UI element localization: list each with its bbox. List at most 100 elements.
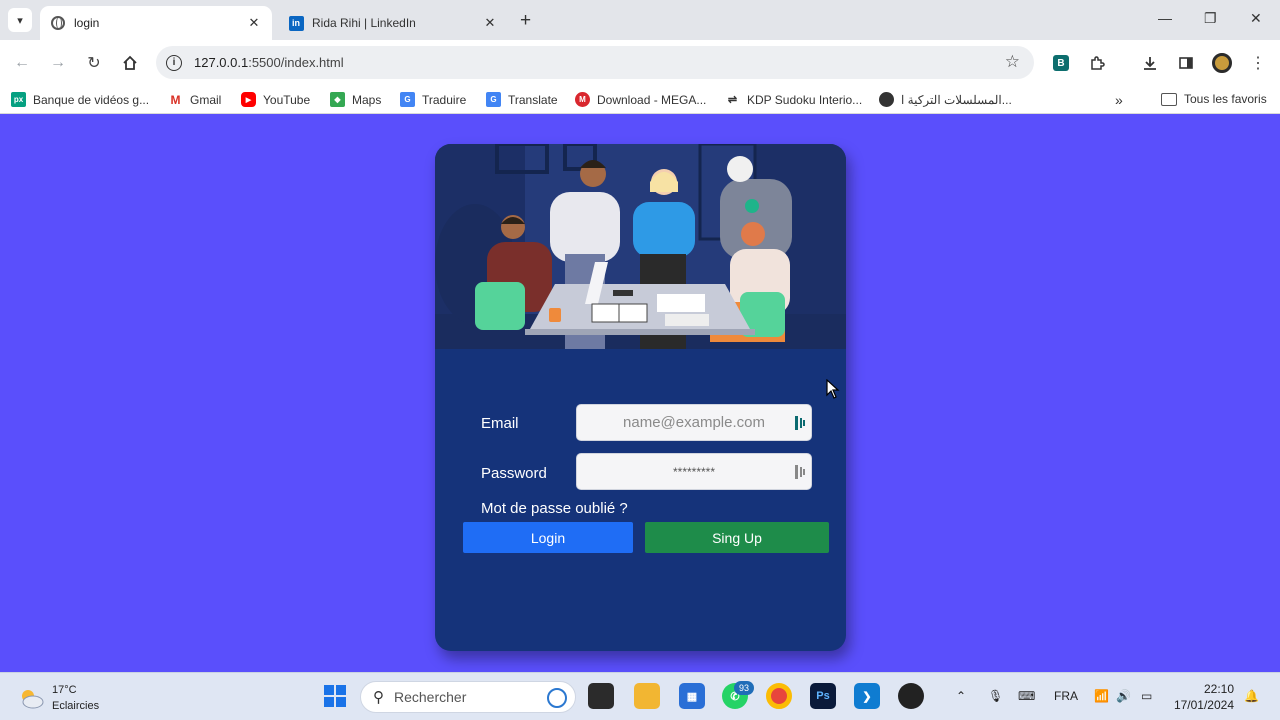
bookmark-label: Traduire: [422, 92, 467, 107]
browser-toolbar: ← → ↻ i 127.0.0.1:5500/index.html ☆ B ⋮: [0, 40, 1280, 86]
email-field[interactable]: name@example.com: [576, 404, 812, 441]
bing-icon: [547, 688, 567, 708]
password-manager-icon[interactable]: [795, 465, 805, 479]
keyboard-icon[interactable]: ⌨: [1018, 689, 1035, 703]
vscode-icon[interactable]: ❯: [854, 683, 880, 709]
clock[interactable]: 22:10 17/01/2024: [1174, 681, 1234, 713]
microphone-icon[interactable]: 🎙: [988, 689, 1003, 703]
bookmark-label: Translate: [508, 92, 558, 107]
bookmark-star-icon[interactable]: ☆: [1005, 52, 1020, 72]
globe-icon: [50, 15, 66, 31]
url-path: :5500/index.html: [248, 55, 344, 70]
url-host: 127.0.0.1: [194, 55, 249, 70]
back-icon[interactable]: ←: [11, 52, 33, 74]
search-icon: ⚲: [373, 689, 384, 706]
password-manager-icon[interactable]: [795, 416, 805, 430]
bookmark-label: Banque de vidéos g...: [33, 92, 150, 107]
taskbar-search-label: Rechercher: [394, 689, 467, 705]
bookmark-label: المسلسلات التركية ا...: [901, 92, 1012, 107]
home-icon[interactable]: [119, 52, 141, 74]
address-bar[interactable]: i 127.0.0.1:5500/index.html ☆: [156, 46, 1034, 79]
notification-badge: 93: [734, 681, 754, 695]
menu-kebab-icon[interactable]: ⋮: [1247, 52, 1269, 74]
bookmark-maps[interactable]: ◆ Maps: [330, 92, 381, 107]
bookmarks-bar: px Banque de vidéos g... M Gmail ▶ YouTube …: [0, 86, 1280, 114]
tab-search-button[interactable]: ▾: [8, 8, 32, 32]
temperature: 17°C: [52, 684, 77, 696]
pexels-icon: px: [11, 92, 26, 107]
bookmark-label: KDP Sudoku Interio...: [747, 92, 863, 107]
tab-title: Rida Rihi | LinkedIn: [312, 16, 416, 30]
password-field[interactable]: *********: [576, 453, 812, 490]
info-icon[interactable]: i: [166, 54, 182, 71]
weather-widget[interactable]: 17°C Eclaircies: [18, 682, 99, 714]
signup-button[interactable]: Sing Up: [645, 522, 829, 553]
notifications-bell-icon[interactable]: 🔔: [1244, 689, 1259, 703]
window-close-button[interactable]: ✕: [1250, 10, 1262, 27]
bookmark-mega[interactable]: M Download - MEGA...: [575, 92, 706, 107]
bookmark-arabic[interactable]: المسلسلات التركية ا...: [879, 92, 1012, 107]
bookmark-label: Maps: [352, 92, 382, 107]
email-placeholder: name@example.com: [623, 414, 765, 431]
bookmark-translate[interactable]: G Translate: [486, 92, 558, 107]
bookmark-pexels[interactable]: px Banque de vidéos g...: [11, 92, 149, 107]
date: 17/01/2024: [1173, 698, 1234, 712]
tab-login[interactable]: login ✕: [40, 6, 272, 40]
store-icon[interactable]: ▦: [679, 683, 705, 709]
translate-icon: G: [486, 92, 501, 107]
maps-icon: ◆: [330, 92, 345, 107]
bookmark-label: Gmail: [190, 92, 222, 107]
battery-icon[interactable]: ▭: [1141, 689, 1152, 703]
mega-icon: M: [575, 92, 590, 107]
login-button[interactable]: Login: [463, 522, 633, 553]
password-label: Password: [481, 465, 547, 482]
forgot-password-link[interactable]: Mot de passe oublié ?: [481, 500, 628, 517]
obs-icon[interactable]: [898, 683, 924, 709]
profile-avatar[interactable]: [1211, 52, 1233, 74]
bookmark-label: Tous les favoris: [1184, 92, 1267, 106]
volume-icon[interactable]: 🔊: [1116, 689, 1131, 703]
bookmark-label: YouTube: [263, 92, 311, 107]
chevron-up-icon[interactable]: ⌃: [956, 689, 966, 703]
taskbar-search[interactable]: ⚲ Rechercher: [360, 681, 576, 713]
partly-cloudy-icon: [22, 690, 44, 709]
photoshop-icon[interactable]: Ps: [810, 683, 836, 709]
file-explorer-icon[interactable]: [634, 683, 660, 709]
all-bookmarks[interactable]: Tous les favoris: [1161, 92, 1267, 106]
new-tab-button[interactable]: +: [520, 10, 531, 32]
language-indicator[interactable]: FRA: [1054, 689, 1078, 703]
bookmark-kdp[interactable]: ⇌ KDP Sudoku Interio...: [725, 92, 862, 107]
mouse-cursor-icon: [826, 379, 840, 399]
globe-icon: [879, 92, 894, 107]
link-icon: ⇌: [725, 92, 740, 107]
tab-title: login: [74, 16, 100, 30]
reload-icon[interactable]: ↻: [83, 52, 105, 74]
tab-linkedin[interactable]: in Rida Rihi | LinkedIn ✕: [278, 6, 508, 40]
youtube-icon: ▶: [241, 92, 256, 107]
more-bookmarks-icon[interactable]: »: [1115, 92, 1123, 108]
bookmark-gmail[interactable]: M Gmail: [168, 92, 221, 107]
chrome-icon[interactable]: [766, 683, 792, 709]
tab-strip: ▾ login ✕ in Rida Rihi | LinkedIn ✕ + — …: [0, 0, 1280, 40]
extensions-puzzle-icon[interactable]: [1086, 52, 1108, 74]
close-icon[interactable]: ✕: [482, 15, 498, 31]
password-value: *********: [672, 464, 716, 479]
minimize-button[interactable]: —: [1158, 10, 1172, 26]
task-view-icon[interactable]: [588, 683, 614, 709]
translate-icon: G: [400, 92, 415, 107]
forward-icon[interactable]: →: [47, 52, 69, 74]
gmail-icon: M: [168, 92, 183, 107]
weather-status: Eclaircies: [52, 700, 100, 712]
close-icon[interactable]: ✕: [246, 15, 262, 31]
bookmark-youtube[interactable]: ▶ YouTube: [241, 92, 310, 107]
restore-button[interactable]: ❐: [1204, 10, 1217, 27]
taskbar: 17°C Eclaircies ⚲ Rechercher ▦ ✆ 93 Ps ❯…: [0, 672, 1280, 720]
windows-start-icon[interactable]: [322, 683, 348, 709]
team-meeting-illustration: [435, 144, 846, 349]
download-icon[interactable]: [1139, 52, 1161, 74]
bookmark-traduire[interactable]: G Traduire: [400, 92, 466, 107]
side-panel-icon[interactable]: [1175, 52, 1197, 74]
extension-b-icon[interactable]: B: [1050, 52, 1072, 74]
chevron-down-icon: ▾: [17, 14, 23, 27]
wifi-icon[interactable]: 📶: [1094, 689, 1109, 703]
